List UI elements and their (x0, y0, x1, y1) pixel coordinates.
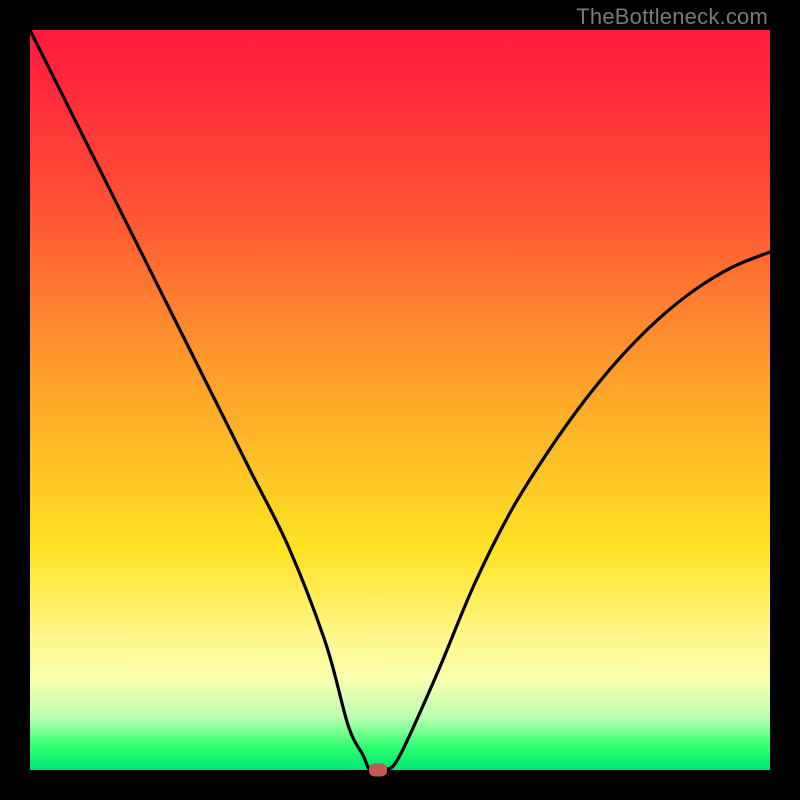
curve-svg (30, 30, 770, 770)
watermark-text: TheBottleneck.com (576, 4, 768, 30)
bottleneck-curve (30, 30, 770, 770)
optimal-point-marker (369, 764, 387, 777)
plot-area (30, 30, 770, 770)
chart-frame: TheBottleneck.com (0, 0, 800, 800)
